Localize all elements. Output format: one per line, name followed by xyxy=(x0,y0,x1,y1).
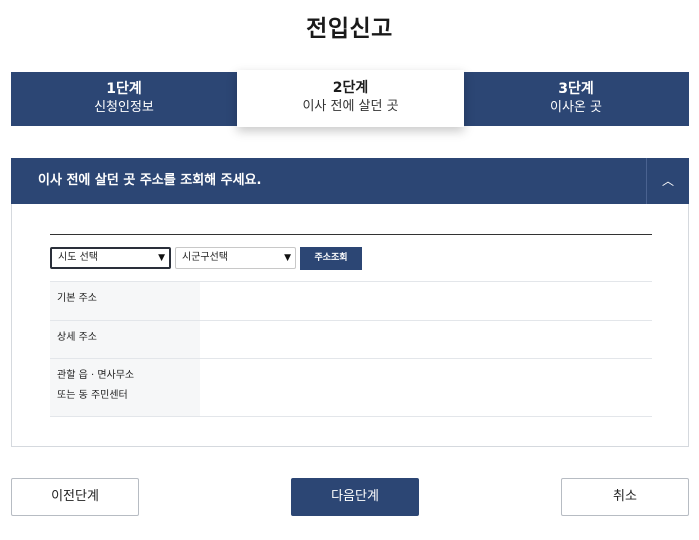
address-search-button[interactable]: 주소조회 xyxy=(300,247,362,270)
cancel-button[interactable]: 취소 xyxy=(561,478,689,516)
step-name: 신청인정보 xyxy=(94,100,154,115)
step-2-active: 2단계 이사 전에 살던 곳 xyxy=(237,70,464,127)
office-value xyxy=(200,359,652,416)
sigungu-select-value: 시군구선택 xyxy=(182,252,228,263)
chevron-down-icon: ▼ xyxy=(158,253,165,263)
chevron-down-icon: ▼ xyxy=(284,253,291,263)
divider xyxy=(50,234,652,235)
section-title: 이사 전에 살던 곳 주소를 조회해 주세요. xyxy=(38,173,262,188)
step-name: 이사 전에 살던 곳 xyxy=(302,99,399,114)
step-1: 1단계 신청인정보 xyxy=(11,72,237,126)
row-label: 상세 주소 xyxy=(50,321,200,358)
sido-select[interactable]: 시도 선택 ▼ xyxy=(50,247,171,269)
step-3: 3단계 이사온 곳 xyxy=(463,72,689,126)
sido-select-value: 시도 선택 xyxy=(58,252,98,263)
detail-address-value xyxy=(200,321,652,358)
sigungu-select[interactable]: 시군구선택 ▼ xyxy=(175,247,296,269)
row-label: 기본 주소 xyxy=(50,282,200,320)
collapse-toggle-button[interactable]: ︿ xyxy=(646,158,689,204)
address-row-basic: 기본 주소 xyxy=(50,281,652,320)
next-step-button[interactable]: 다음단계 xyxy=(291,478,419,516)
address-lookup-section: 이사 전에 살던 곳 주소를 조회해 주세요. ︿ 시도 선택 ▼ 시군구선택 … xyxy=(11,158,689,447)
chevron-up-icon: ︿ xyxy=(661,174,674,188)
step-name: 이사온 곳 xyxy=(550,100,602,115)
row-label-text: 상세 주소 xyxy=(57,332,97,343)
step-number: 1단계 xyxy=(106,81,142,97)
prev-step-button[interactable]: 이전단계 xyxy=(11,478,139,516)
address-row-office: 관할 읍 · 면사무소 또는 동 주민센터 xyxy=(50,358,652,417)
step-number: 2단계 xyxy=(332,80,369,96)
step-number: 3단계 xyxy=(558,81,594,97)
section-header: 이사 전에 살던 곳 주소를 조회해 주세요. ︿ xyxy=(11,158,689,204)
basic-address-value xyxy=(200,282,652,320)
row-label-text: 또는 동 주민센터 xyxy=(57,390,128,401)
page-title: 전입신고 xyxy=(306,16,393,42)
row-label: 관할 읍 · 면사무소 또는 동 주민센터 xyxy=(50,359,200,416)
row-label-text: 관할 읍 · 면사무소 xyxy=(57,370,135,381)
address-row-detail: 상세 주소 xyxy=(50,320,652,358)
row-label-text: 기본 주소 xyxy=(57,293,97,304)
